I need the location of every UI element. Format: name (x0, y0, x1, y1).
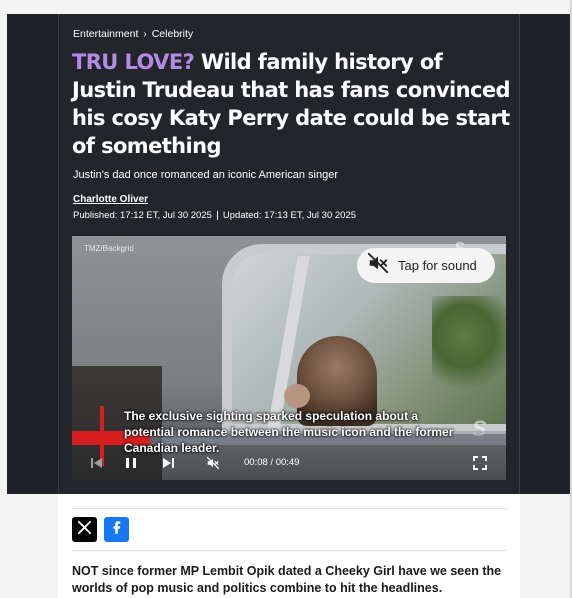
video-caption: The exclusive sighting sparked speculati… (124, 409, 454, 455)
standfirst: Justin's dad once romanced an iconic Ame… (73, 169, 339, 181)
tap-for-sound-label: Tap for sound (398, 258, 477, 273)
fullscreen-icon[interactable] (473, 456, 487, 475)
share-facebook-button[interactable] (104, 517, 129, 542)
x-logo-icon (77, 520, 92, 540)
article-first-paragraph: NOT since former MP Lembit Opik dated a … (72, 564, 502, 595)
breadcrumb-entertainment[interactable]: Entertainment (73, 28, 138, 40)
video-time: 00:08 / 00:49 (244, 457, 300, 468)
headline: TRU LOVE? Wild family history of Justin … (72, 48, 512, 160)
author-link[interactable]: Charlotte Oliver (73, 194, 148, 205)
top-strip (0, 0, 572, 14)
tap-for-sound-button[interactable]: Tap for sound (357, 248, 495, 283)
divider-top (72, 508, 506, 509)
page: Entertainment › Celebrity TRU LOVE? Wild… (0, 0, 572, 598)
updated-date: Updated: 17:13 ET, Jul 30 2025 (222, 210, 357, 221)
skip-forward-icon[interactable] (161, 456, 175, 475)
breadcrumb: Entertainment › Celebrity (73, 28, 193, 40)
video-hand (284, 384, 310, 408)
volume-muted-icon[interactable] (206, 456, 220, 475)
headline-kicker: TRU LOVE? (72, 50, 195, 74)
breadcrumb-celebrity[interactable]: Celebrity (152, 28, 193, 40)
article-body: NOT since former MP Lembit Opik dated a … (58, 494, 520, 598)
chevron-right-icon: › (143, 28, 147, 40)
video-player[interactable]: TMZ/Backgrid S S Tap for sound The exclu… (72, 236, 506, 480)
video-foliage (432, 296, 506, 396)
dates: Published: 17:12 ET, Jul 30 2025 Updated… (73, 210, 356, 221)
muted-speaker-icon (367, 252, 389, 279)
divider-bottom (72, 550, 506, 551)
date-divider (216, 211, 218, 220)
share-x-button[interactable] (72, 517, 97, 542)
pause-icon[interactable] (124, 456, 138, 475)
skip-back-icon[interactable] (90, 456, 104, 475)
facebook-icon (109, 519, 124, 541)
published-date: Published: 17:12 ET, Jul 30 2025 (73, 210, 212, 221)
video-credit: TMZ/Backgrid (84, 244, 134, 253)
